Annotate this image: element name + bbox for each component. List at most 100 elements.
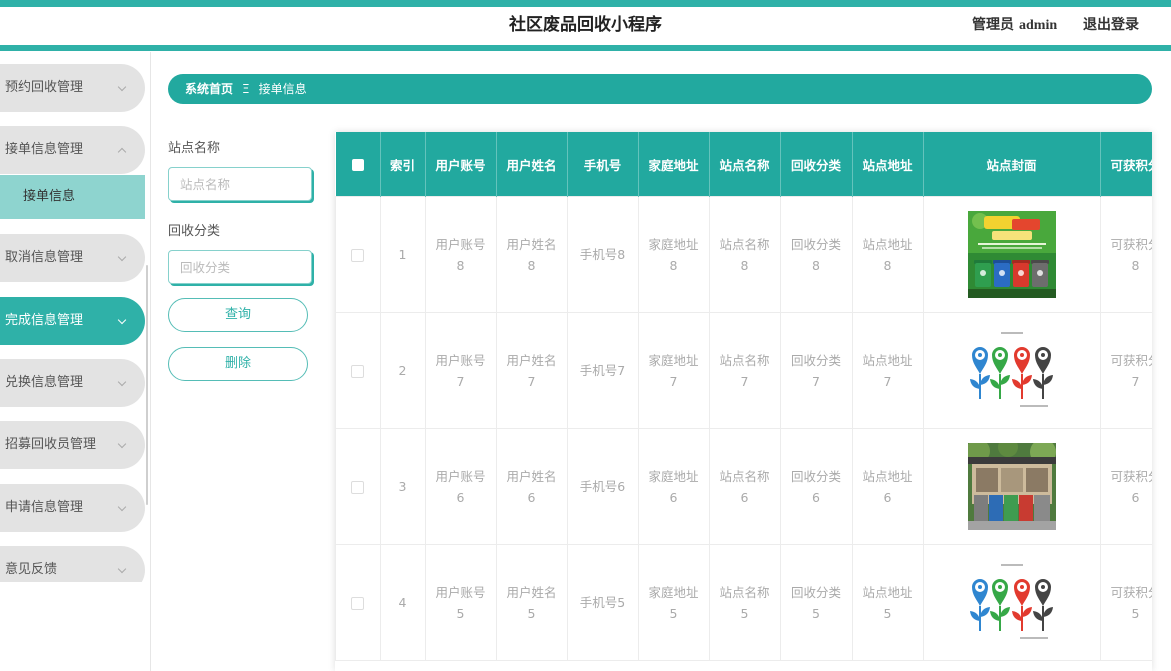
table-row[interactable]: 1 用户账号8 用户姓名8 手机号8 家庭地址8 站点名称8 回收分类8 站点地址8 可 xyxy=(335,196,1152,313)
delete-button[interactable]: 删除 xyxy=(168,347,308,381)
sidebar-divider xyxy=(150,52,151,671)
column-header-station-name: 站点名称 xyxy=(709,132,781,197)
cell-points: 可获积分7 xyxy=(1099,312,1152,429)
row-checkbox[interactable] xyxy=(351,597,365,610)
sidebar-subitem-order-info[interactable]: 接单信息 xyxy=(0,175,145,219)
row-checkbox[interactable] xyxy=(351,365,365,378)
table-row[interactable]: 3用户账号6用户姓名6手机号6家庭地址6站点名称6回收分类6站点地址6 可获积分… xyxy=(335,428,1152,545)
chevron-down-icon xyxy=(117,82,127,92)
cell-station-name: 站点名称7 xyxy=(708,312,781,429)
sidebar-item-label: 招募回收员管理 xyxy=(5,437,97,452)
column-header-cover: 站点封面 xyxy=(923,132,1101,197)
cell-station-name: 站点名称6 xyxy=(708,428,781,545)
breadcrumb-home[interactable]: 系统首页 xyxy=(185,82,233,96)
cell-cover xyxy=(922,196,1101,313)
sidebar-item-label: 预约回收管理 xyxy=(5,80,84,95)
table-header-row: 索引用户账号用户姓名手机号家庭地址站点名称回收分类站点地址站点封面可获积分 xyxy=(335,132,1152,197)
sidebar-item-order-management[interactable]: 接单信息管理 xyxy=(0,126,145,174)
cell-station-address: 站点地址8 xyxy=(851,196,924,313)
chevron-down-icon xyxy=(117,315,127,325)
sidebar-item-application-management[interactable]: 申请信息管理 xyxy=(0,484,145,532)
table-header: 索引用户账号用户姓名手机号家庭地址站点名称回收分类站点地址站点封面可获积分 xyxy=(335,132,1152,197)
chevron-down-icon xyxy=(117,502,127,512)
column-header-select xyxy=(335,132,381,197)
cell-account: 用户账号6 xyxy=(424,428,497,545)
breadcrumb-separator: Ξ xyxy=(242,82,250,96)
sidebar-item-label: 接单信息管理 xyxy=(5,142,84,157)
cell-name: 用户姓名8 xyxy=(495,196,568,313)
header-divider xyxy=(0,45,1171,51)
sidebar-item-label: 兑换信息管理 xyxy=(5,375,84,390)
select-all-checkbox[interactable] xyxy=(351,159,364,171)
row-checkbox[interactable] xyxy=(351,249,365,262)
cell-account: 用户账号7 xyxy=(424,312,497,429)
row-select-cell xyxy=(335,196,381,313)
sidebar-item-exchange-management[interactable]: 兑换信息管理 xyxy=(0,359,145,407)
cell-phone: 手机号8 xyxy=(566,196,639,313)
chevron-up-icon xyxy=(117,147,127,157)
cell-account: 用户账号5 xyxy=(424,544,497,661)
sidebar-item-reservation-management[interactable]: 预约回收管理 xyxy=(0,64,145,112)
sidebar-item-cancel-management[interactable]: 取消信息管理 xyxy=(0,234,145,282)
cell-cover xyxy=(922,428,1101,545)
sidebar-item-recruit-management[interactable]: 招募回收员管理 xyxy=(0,421,145,469)
username: admin xyxy=(1019,18,1058,33)
row-select-cell xyxy=(335,312,381,429)
breadcrumb: 系统首页 Ξ 接单信息 xyxy=(168,74,1152,104)
sidebar-item-complete-management[interactable]: 完成信息管理 xyxy=(0,297,145,345)
cell-station-name: 站点名称5 xyxy=(708,544,781,661)
cell-home-address: 家庭地址8 xyxy=(637,196,710,313)
order-table: 索引用户账号用户姓名手机号家庭地址站点名称回收分类站点地址站点封面可获积分 1用… xyxy=(335,132,1152,661)
chevron-down-icon xyxy=(117,439,127,449)
sidebar-scrollbar[interactable] xyxy=(146,265,148,505)
cell-category: 回收分类5 xyxy=(779,544,853,661)
cell-station-address: 站点地址7 xyxy=(851,312,924,429)
cell-points: 可获积分8 xyxy=(1099,196,1152,313)
cell-phone: 手机号7 xyxy=(566,312,639,429)
logout-button[interactable]: 退出登录 xyxy=(1083,16,1139,34)
cell-cover xyxy=(922,544,1101,661)
sorting-bins-sign-image xyxy=(967,327,1056,414)
cell-phone: 手机号6 xyxy=(566,428,639,545)
cell-name: 用户姓名6 xyxy=(495,428,568,545)
query-button[interactable]: 查询 xyxy=(168,298,308,332)
column-header-points: 可获积分 xyxy=(1100,132,1152,197)
cell-phone: 手机号5 xyxy=(566,544,639,661)
breadcrumb-current: 接单信息 xyxy=(258,82,307,96)
user-info: 管理员 admin xyxy=(972,16,1057,35)
column-header-account: 用户账号 xyxy=(425,132,497,197)
column-header-phone: 手机号 xyxy=(567,132,639,197)
column-header-home-address: 家庭地址 xyxy=(638,132,710,197)
cell-category: 回收分类8 xyxy=(779,196,853,313)
sidebar-item-label: 意见反馈 xyxy=(5,562,58,577)
sidebar-item-label: 申请信息管理 xyxy=(5,500,84,515)
table-row[interactable]: 2 用户账号7 用户姓名7 手机号7 家庭地址7 站点名称7 回收分类7 站点地址7 xyxy=(335,312,1152,429)
station-name-input[interactable] xyxy=(168,167,312,201)
cell-station-name: 站点名称8 xyxy=(708,196,781,313)
chevron-down-icon xyxy=(117,252,127,262)
row-checkbox[interactable] xyxy=(351,481,365,494)
chevron-down-icon xyxy=(117,564,127,574)
column-header-index: 索引 xyxy=(380,132,426,197)
sidebar-item-feedback[interactable]: 意见反馈 xyxy=(0,546,145,582)
chevron-down-icon xyxy=(117,377,127,387)
recycling-poster-image xyxy=(967,211,1056,298)
sorting-bins-sign-image xyxy=(967,559,1056,646)
cell-index: 2 xyxy=(379,312,426,429)
cell-points: 可获积分6 xyxy=(1099,428,1152,545)
recycling-station-photo xyxy=(967,443,1056,530)
sidebar-item-label: 取消信息管理 xyxy=(5,250,84,265)
table-row[interactable]: 4 用户账号5 用户姓名5 手机号5 家庭地址5 站点名称5 回收分类5 站点地址5 xyxy=(335,544,1152,661)
sidebar: 预约回收管理 接单信息管理 接单信息 取消信息管理 完成信息管理 兑换信息管理 … xyxy=(0,52,150,582)
table-body: 1 用户账号8 用户姓名8 手机号8 家庭地址8 站点名称8 回收分类8 站点地址8 可 xyxy=(335,196,1152,661)
cell-home-address: 家庭地址5 xyxy=(637,544,710,661)
category-input[interactable] xyxy=(168,250,312,284)
sidebar-item-label: 完成信息管理 xyxy=(5,313,84,328)
cell-index: 3 xyxy=(379,428,426,545)
cell-points: 可获积分5 xyxy=(1099,544,1152,661)
cell-name: 用户姓名7 xyxy=(495,312,568,429)
station-name-label: 站点名称 xyxy=(168,141,221,156)
row-select-cell xyxy=(335,544,381,661)
cell-station-address: 站点地址5 xyxy=(851,544,924,661)
column-header-name: 用户姓名 xyxy=(496,132,568,197)
